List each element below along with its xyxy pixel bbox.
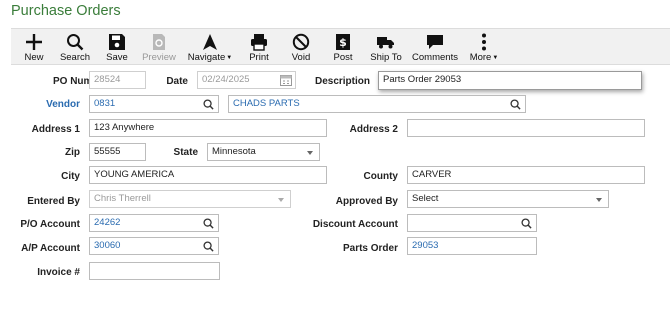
discount-account-label: Discount Account [312,219,398,230]
parts-order-field[interactable]: 29053 [407,237,537,255]
zip-label: Zip [65,147,80,158]
document-preview-icon [149,33,169,51]
svg-text:$: $ [339,36,347,49]
entered-by-select: Chris Therrell [89,190,291,208]
search-icon[interactable] [202,217,214,229]
caret-down-icon: ▼ [226,55,233,61]
po-account-field[interactable]: 24262 [89,214,219,232]
vendor-code-field[interactable]: 0831 [89,95,219,113]
description-label: Description [314,76,370,87]
caret-down-icon: ▼ [492,55,499,61]
city-field[interactable]: YOUNG AMERICA [89,166,327,184]
search-icon[interactable] [509,98,521,110]
new-label: New [24,52,44,63]
search-icon [65,33,85,51]
search-button[interactable]: Search [56,29,94,65]
ship-to-button[interactable]: Ship To [366,29,406,65]
comment-bubble-icon [425,33,445,51]
search-label: Search [59,52,91,63]
search-icon[interactable] [202,240,214,252]
navigation-arrow-icon [200,33,220,51]
print-button[interactable]: Print [243,29,275,65]
void-label: Void [291,52,311,63]
comments-label: Comments [412,52,458,63]
invoice-label: Invoice # [37,267,80,278]
po-number-field: 28524 [89,71,146,89]
plus-icon [24,33,44,51]
navigate-button[interactable]: Navigate▼ [185,29,235,65]
approved-by-label: Approved By [335,196,398,207]
search-icon[interactable] [202,98,214,110]
ap-account-field[interactable]: 30060 [89,237,219,255]
chevron-down-icon [307,151,313,155]
county-field[interactable]: CARVER [407,166,645,184]
page-title: Purchase Orders [11,3,121,19]
ship-to-label: Ship To [370,52,402,63]
void-icon [291,33,311,51]
new-button[interactable]: New [16,29,52,65]
county-label: County [363,171,398,182]
search-icon[interactable] [520,217,532,229]
parts-order-label: Parts Order [342,243,398,254]
city-label: City [61,171,80,182]
state-label: State [173,147,198,158]
date-field[interactable]: 02/24/2025 [197,71,296,89]
save-label: Save [106,52,128,63]
more-label: More▼ [469,52,499,63]
state-select[interactable]: Minnesota [207,143,320,161]
void-button[interactable]: Void [285,29,317,65]
ledger-dollar-icon: $ [333,33,353,51]
discount-account-field[interactable] [407,214,537,232]
post-label: Post [333,52,353,63]
delivery-truck-icon [376,33,396,51]
ap-account-label: A/P Account [21,243,80,254]
printer-icon [249,33,269,51]
po-account-label: P/O Account [20,219,80,230]
print-label: Print [249,52,269,63]
address1-label: Address 1 [31,124,80,135]
address2-field[interactable] [407,119,645,137]
chevron-down-icon [596,198,602,202]
vendor-name-field[interactable]: CHADS PARTS [228,95,526,113]
description-field[interactable]: Parts Order 29053 [378,71,642,90]
chevron-down-icon [278,198,284,202]
save-button[interactable]: Save [99,29,135,65]
more-vertical-icon [474,33,494,51]
address2-label: Address 2 [349,124,398,135]
zip-field[interactable]: 55555 [89,143,146,161]
toolbar: New Search Save Preview Navigate▼ Print [11,28,670,65]
floppy-disk-icon [107,33,127,51]
date-label: Date [166,76,188,87]
post-button[interactable]: $ Post [327,29,359,65]
comments-button[interactable]: Comments [411,29,459,65]
more-button[interactable]: More▼ [468,29,500,65]
calendar-icon[interactable] [280,74,292,86]
vendor-label[interactable]: Vendor [10,99,80,110]
navigate-label: Navigate▼ [187,52,233,63]
entered-by-label: Entered By [27,196,80,207]
address1-field[interactable]: 123 Anywhere [89,119,327,137]
invoice-field[interactable] [89,262,220,280]
preview-button[interactable]: Preview [139,29,179,65]
approved-by-select[interactable]: Select [407,190,609,208]
preview-label: Preview [142,52,176,63]
